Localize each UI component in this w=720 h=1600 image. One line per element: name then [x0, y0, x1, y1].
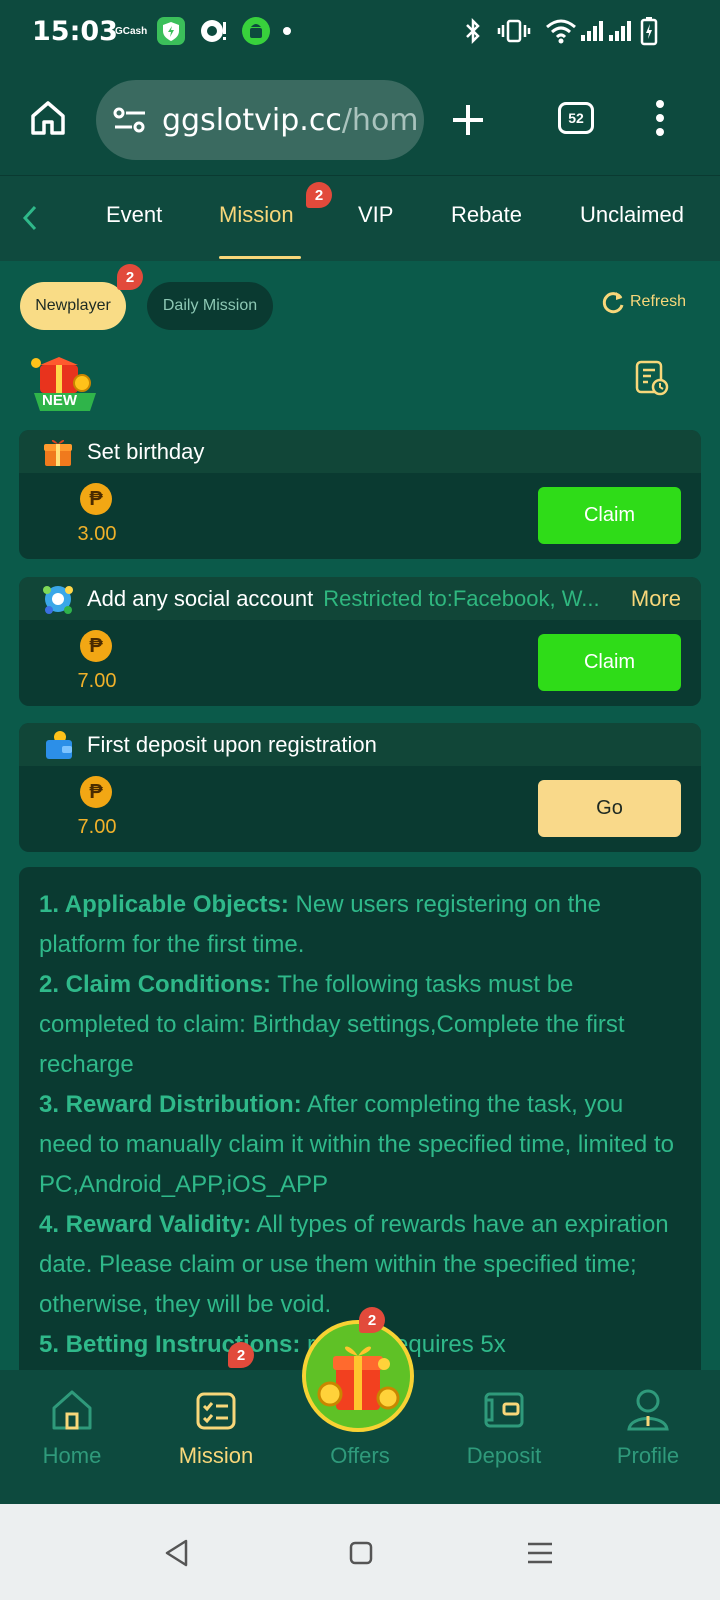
gcash-label: GCash: [115, 26, 148, 37]
android-app-icon: [241, 16, 271, 46]
gift-icon: [41, 435, 75, 469]
tab-vip[interactable]: VIP: [358, 202, 393, 228]
nav-home[interactable]: Home: [0, 1370, 144, 1504]
refresh-button[interactable]: Refresh: [600, 289, 686, 315]
browser-toolbar: ggslotvip.cc/hom 52: [0, 64, 720, 176]
nav-deposit[interactable]: Deposit: [432, 1370, 576, 1504]
back-chevron-icon[interactable]: [20, 204, 40, 232]
rule-item: 3. Reward Distribution: After completing…: [39, 1091, 674, 1198]
nav-profile-label: Profile: [616, 1443, 680, 1468]
bluetooth-icon: [462, 16, 484, 46]
rule-item: 2. Claim Conditions: The following tasks…: [39, 971, 625, 1078]
home-square-icon[interactable]: [348, 1540, 374, 1566]
vibrate-icon: [497, 16, 531, 46]
notification-dot-icon: [282, 16, 292, 46]
home-icon[interactable]: [28, 98, 68, 138]
refresh-icon: [602, 292, 624, 314]
rule-item: 1. Applicable Objects: New users registe…: [39, 891, 601, 958]
more-link[interactable]: More: [631, 586, 681, 612]
new-label: NEW: [42, 392, 77, 409]
claim-button[interactable]: Claim: [538, 634, 681, 691]
offers-badge: 2: [359, 1307, 385, 1333]
status-bar: 15:03 GCash: [0, 0, 720, 64]
mission-nav-icon: [196, 1392, 236, 1430]
history-record-icon[interactable]: [634, 359, 670, 397]
tab-mission[interactable]: Mission: [219, 202, 294, 228]
new-player-gift-icon: NEW: [26, 349, 102, 413]
task-title: First deposit upon registration: [87, 731, 377, 757]
social-icon: [41, 582, 75, 616]
nav-offers-label: Offers: [330, 1443, 390, 1468]
status-time: 15:03: [32, 16, 118, 47]
task-reward-amount: 7.00: [77, 670, 117, 692]
url-text: ggslotvip.cc/hom: [162, 102, 419, 138]
nav-mission[interactable]: Mission: [144, 1370, 288, 1504]
category-tabs: Event Mission 2 VIP Rebate Unclaimed: [0, 176, 720, 261]
tab-event[interactable]: Event: [106, 202, 162, 228]
claim-button[interactable]: Claim: [538, 487, 681, 544]
nav-deposit-label: Deposit: [466, 1443, 542, 1468]
restriction-text: Restricted to:Facebook, W...: [323, 585, 600, 611]
new-tab-icon[interactable]: [450, 102, 486, 138]
task-title: Add any social account: [87, 585, 314, 611]
rule-item: 4. Reward Validity: All types of rewards…: [39, 1211, 669, 1318]
tab-switcher-button[interactable]: 52: [558, 102, 594, 134]
daily-mission-subtab[interactable]: Daily Mission: [147, 282, 273, 330]
task-reward-amount: 7.00: [77, 816, 117, 838]
task-reward-amount: 3.00: [77, 523, 117, 545]
newplayer-subtab[interactable]: Newplayer: [20, 282, 126, 330]
peso-coin-icon: ₱: [80, 776, 112, 808]
back-triangle-icon[interactable]: [162, 1538, 192, 1568]
tab-rebate[interactable]: Rebate: [451, 202, 522, 228]
mission-nav-badge: 2: [228, 1342, 254, 1368]
mission-content: Newplayer 2 Daily Mission Refresh NEW Se…: [0, 261, 720, 1370]
home-nav-icon: [52, 1390, 92, 1430]
peso-coin-icon: ₱: [80, 630, 112, 662]
address-bar[interactable]: ggslotvip.cc/hom: [96, 80, 424, 160]
profile-nav-icon: [627, 1389, 669, 1431]
shield-app-icon: [156, 16, 186, 46]
overflow-menu-icon[interactable]: [654, 98, 666, 138]
newplayer-badge: 2: [117, 264, 143, 290]
site-settings-icon[interactable]: [112, 105, 148, 135]
nav-profile[interactable]: Profile: [576, 1370, 720, 1504]
peso-coin-icon: ₱: [80, 483, 112, 515]
wallet-icon: [41, 728, 75, 762]
recents-menu-icon[interactable]: [526, 1540, 554, 1566]
bottom-navigation: Home Mission 2 Offers 2 Deposit Profile: [0, 1307, 720, 1504]
refresh-label: Refresh: [630, 293, 687, 310]
task-title: Set birthday: [87, 438, 205, 464]
deposit-nav-icon: [484, 1392, 524, 1428]
battery-charging-icon: [640, 16, 658, 46]
nav-home-label: Home: [42, 1443, 102, 1468]
rules-panel: 1. Applicable Objects: New users registe…: [19, 867, 701, 1370]
task-card-birthday: Set birthday ₱ 3.00 Claim: [19, 430, 701, 559]
signal-2-icon: [608, 16, 632, 46]
go-button[interactable]: Go: [538, 780, 681, 837]
task-card-first-deposit: First deposit upon registration ₱ 7.00 G…: [19, 723, 701, 852]
mission-tab-badge: 2: [306, 182, 332, 208]
tab-unclaimed[interactable]: Unclaimed: [580, 202, 684, 228]
signal-1-icon: [580, 16, 604, 46]
task-card-social: Add any social account Restricted to:Fac…: [19, 577, 701, 706]
chat-app-icon: [198, 16, 228, 46]
wifi-icon: [544, 16, 578, 46]
nav-mission-label: Mission: [178, 1443, 254, 1468]
offers-gift-icon[interactable]: [302, 1320, 414, 1432]
system-navigation-bar: [0, 1504, 720, 1600]
active-tab-indicator: [219, 256, 301, 259]
